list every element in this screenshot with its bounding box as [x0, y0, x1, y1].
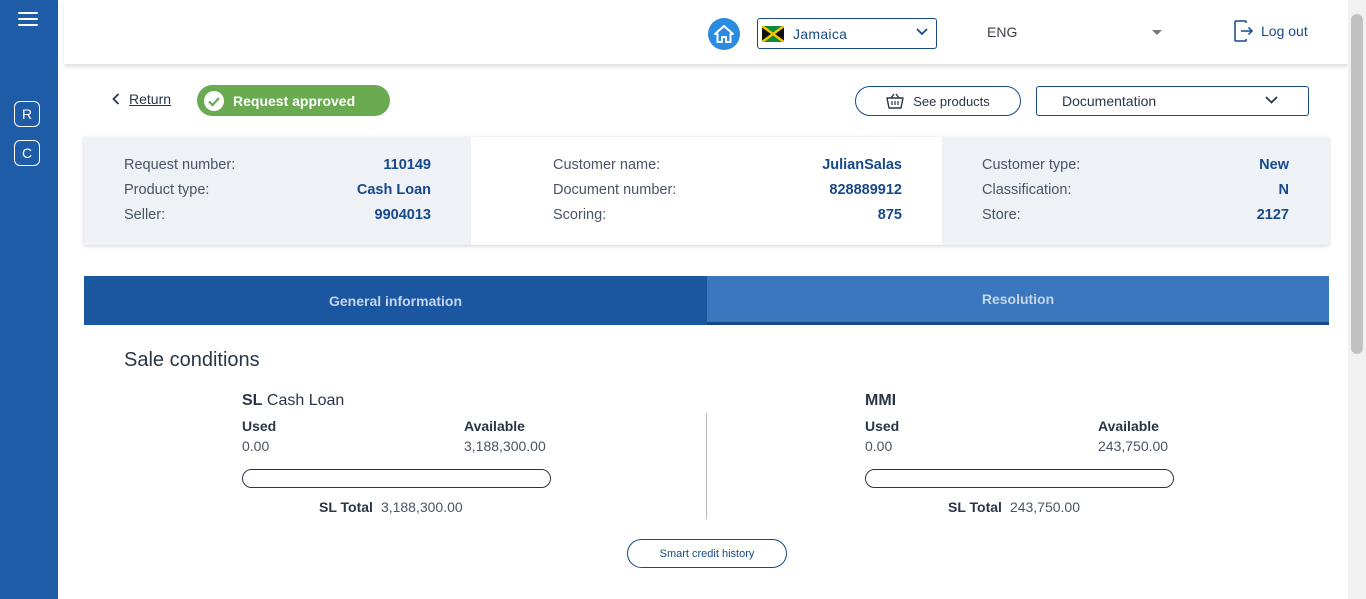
- country-name: Jamaica: [793, 25, 848, 42]
- logout-button[interactable]: Log out: [1234, 20, 1308, 42]
- column-divider: [706, 413, 707, 519]
- info-row-request-number: Request number: 110149: [124, 157, 431, 182]
- return-label: Return: [129, 91, 172, 107]
- see-products-label: See products: [913, 93, 990, 109]
- total-value: 3,188,300.00: [380, 499, 463, 515]
- jamaica-flag-icon: [762, 25, 784, 42]
- info-value: Cash Loan: [356, 182, 431, 198]
- info-label: Scoring:: [553, 207, 607, 223]
- info-column-classification: Customer type: New Classification: N Sto…: [942, 137, 1329, 245]
- credit-total: SL Total 3,188,300.00: [319, 499, 463, 515]
- info-row-scoring: Scoring: 875: [553, 207, 902, 232]
- info-column-customer: Customer name: JulianSalas Document numb…: [471, 137, 942, 245]
- credit-block-sl: SL Cash Loan Used Available 0.00 3,188,3…: [242, 392, 552, 515]
- logout-icon: [1234, 20, 1254, 42]
- tab-bar: General information Resolution: [84, 276, 1329, 325]
- credit-usage-bar: [242, 469, 551, 488]
- logout-label: Log out: [1261, 23, 1308, 39]
- credit-title-code: MMI: [865, 392, 897, 409]
- see-products-button[interactable]: See products: [855, 86, 1021, 116]
- top-bar: Jamaica ENG Log out: [64, 0, 1348, 64]
- smart-credit-history-button[interactable]: Smart credit history: [627, 539, 787, 568]
- info-row-customer-name: Customer name: JulianSalas: [553, 157, 902, 182]
- documentation-select[interactable]: Documentation: [1036, 86, 1309, 116]
- info-label: Customer type:: [982, 157, 1081, 173]
- available-value: 3,188,300.00: [464, 438, 546, 454]
- used-label: Used: [242, 418, 277, 434]
- status-badge: Request approved: [197, 85, 390, 116]
- info-label: Seller:: [124, 207, 166, 223]
- available-label: Available: [464, 418, 525, 434]
- info-row-classification: Classification: N: [982, 182, 1289, 207]
- check-circle-icon: [204, 90, 224, 111]
- info-row-seller: Seller: 9904013: [124, 207, 431, 232]
- language-select[interactable]: ENG: [987, 24, 1017, 40]
- info-label: Store:: [982, 207, 1021, 223]
- sidebar-button-r[interactable]: R: [14, 101, 40, 127]
- scrollbar-thumb[interactable]: [1351, 14, 1363, 354]
- info-value: New: [1259, 157, 1289, 173]
- tab-resolution[interactable]: Resolution: [707, 276, 1329, 325]
- total-value: 243,750.00: [1009, 499, 1081, 515]
- status-label: Request approved: [233, 92, 356, 109]
- info-value: 875: [877, 207, 902, 223]
- info-row-document-number: Document number: 828889912: [553, 182, 902, 207]
- total-label: SL Total: [948, 499, 1002, 515]
- info-value: 110149: [383, 157, 431, 173]
- credit-title: MMI: [865, 392, 1175, 414]
- available-value: 243,750.00: [1098, 438, 1169, 454]
- info-label: Document number:: [553, 182, 677, 198]
- menu-icon[interactable]: [18, 12, 38, 28]
- documentation-label: Documentation: [1062, 93, 1157, 109]
- chevron-down-icon: [916, 28, 928, 36]
- credit-title: SL Cash Loan: [242, 392, 552, 414]
- credit-title-code: SL: [242, 392, 263, 409]
- info-row-customer-type: Customer type: New: [982, 157, 1289, 182]
- sidebar-button-c[interactable]: C: [14, 140, 40, 166]
- info-value: 9904013: [374, 207, 431, 223]
- tab-general-information[interactable]: General information: [84, 276, 707, 325]
- credit-title-product: Cash Loan: [266, 392, 345, 409]
- info-label: Product type:: [124, 182, 210, 198]
- chevron-left-icon: [112, 93, 120, 105]
- sidebar: R C: [0, 0, 58, 599]
- country-select[interactable]: Jamaica: [757, 18, 937, 49]
- request-info-card: Request number: 110149 Product type: Cas…: [84, 137, 1329, 245]
- info-label: Customer name:: [553, 157, 661, 173]
- info-value: JulianSalas: [822, 157, 902, 173]
- return-link[interactable]: Return: [112, 91, 171, 107]
- total-label: SL Total: [319, 499, 373, 515]
- credit-total: SL Total 243,750.00: [948, 499, 1080, 515]
- credit-block-mmi: MMI Used Available 0.00 243,750.00 SL To…: [865, 392, 1175, 515]
- chevron-down-icon: [1265, 96, 1278, 104]
- info-label: Request number:: [124, 157, 236, 173]
- caret-down-icon[interactable]: [1152, 30, 1162, 35]
- used-label: Used: [865, 418, 900, 434]
- home-button[interactable]: [708, 18, 740, 50]
- used-value: 0.00: [865, 438, 893, 454]
- info-value: N: [1278, 182, 1289, 198]
- info-column-request: Request number: 110149 Product type: Cas…: [84, 137, 471, 245]
- section-title: Sale conditions: [124, 349, 260, 371]
- credit-usage-bar: [865, 469, 1174, 488]
- info-label: Classification:: [982, 182, 1072, 198]
- available-label: Available: [1098, 418, 1159, 434]
- info-value: 828889912: [829, 182, 902, 198]
- info-row-product-type: Product type: Cash Loan: [124, 182, 431, 207]
- info-row-store: Store: 2127: [982, 207, 1289, 232]
- home-icon: [714, 25, 734, 43]
- used-value: 0.00: [242, 438, 270, 454]
- basket-icon: [886, 93, 904, 109]
- info-value: 2127: [1256, 207, 1289, 223]
